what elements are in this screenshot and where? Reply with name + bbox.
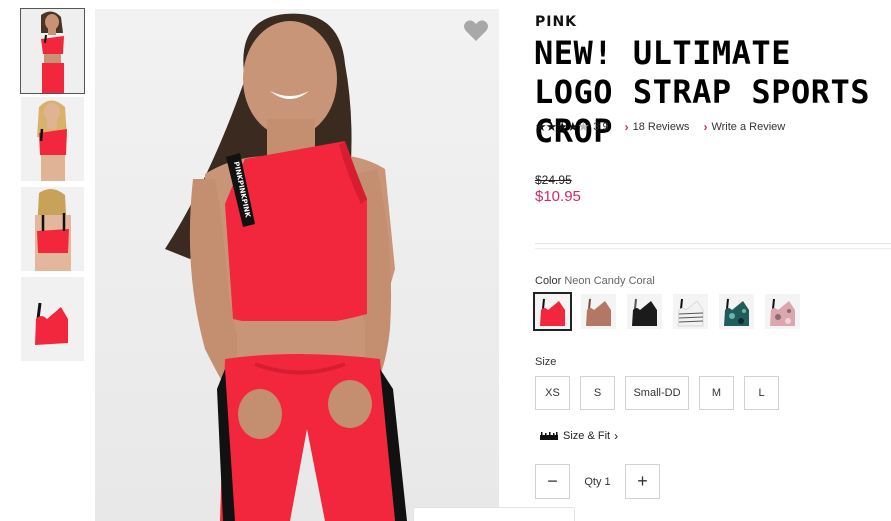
size-label: Size (535, 356, 557, 368)
model-photo: PINKPINKPINK (165, 13, 407, 521)
color-swatch-list (533, 292, 811, 331)
swatch-teal-camo[interactable] (719, 294, 754, 329)
thumbnail-front-model-alt-image (21, 97, 84, 181)
size-option-m[interactable]: M (699, 376, 734, 410)
swatch-black[interactable] (627, 294, 662, 329)
selected-color-name: Neon Candy Coral (564, 275, 655, 287)
quantity-increase-button[interactable]: + (625, 464, 660, 499)
swatch-black-image (632, 298, 657, 326)
size-option-l[interactable]: L (744, 376, 779, 410)
chevron-right-icon: › (614, 429, 619, 443)
chevron-right-icon: › (624, 120, 629, 134)
sale-price: $10.95 (535, 188, 581, 205)
swatch-neon-candy-coral-image (540, 298, 565, 326)
swatch-neon-candy-coral[interactable] (533, 292, 572, 331)
color-label-text: Color (535, 275, 562, 287)
color-label: Color Neon Candy Coral (535, 275, 655, 287)
swatch-stripe-image (677, 298, 704, 327)
swatch-teal-camo-image (724, 298, 749, 326)
reviews-link[interactable]: 18 Reviews (633, 121, 690, 133)
main-product-image[interactable]: PINKPINKPINK (95, 9, 499, 521)
rating-value: 3.9 (593, 121, 609, 133)
swatch-pink-camo-image (770, 298, 795, 326)
star-icon: ★ (545, 119, 558, 134)
thumbnail-front-model-alt[interactable] (21, 97, 84, 181)
size-option-xs[interactable]: XS (535, 376, 570, 410)
quantity-label: Qty (584, 475, 602, 488)
rating-row: ★★★★★ 3.9 › 18 Reviews › Write a Review (535, 119, 785, 135)
brand-name: PINK (535, 14, 578, 30)
swatch-pink-camo[interactable] (765, 294, 800, 329)
swatch-stripe[interactable] (673, 294, 708, 329)
star-rating: ★★★★★ (535, 119, 590, 135)
size-fit-link[interactable]: Size & Fit › (540, 429, 618, 443)
thumbnail-front-model-image (21, 9, 84, 93)
thumbnail-back-model[interactable] (21, 187, 84, 271)
minus-icon: − (547, 471, 558, 491)
ruler-icon (540, 432, 558, 440)
quantity-decrease-button[interactable]: − (535, 464, 570, 499)
thumbnail-product-flat[interactable] (21, 277, 84, 361)
section-divider (535, 243, 891, 249)
chevron-right-icon: › (703, 120, 708, 134)
original-price: $24.95 (535, 173, 572, 187)
star-icon: ★ (556, 119, 568, 134)
size-option-small-dd[interactable]: Small-DD (625, 376, 689, 410)
floating-panel-edge (413, 507, 575, 521)
size-fit-label: Size & Fit (563, 430, 611, 442)
thumbnail-front-model[interactable] (20, 8, 85, 94)
quantity-value: 1 (604, 475, 611, 488)
favorite-heart-icon[interactable] (463, 19, 489, 43)
star-empty-icon: ★ (577, 119, 590, 134)
quantity-stepper: − Qty 1 + (535, 464, 660, 499)
star-icon: ★ (535, 119, 547, 134)
heart-icon (464, 20, 488, 41)
quantity-display: Qty 1 (570, 476, 625, 488)
swatch-mocha[interactable] (581, 294, 616, 329)
star-icon: ★ (566, 119, 579, 134)
size-options: XS S Small-DD M L (535, 376, 789, 410)
thumbnail-back-model-image (21, 187, 84, 271)
plus-icon: + (637, 471, 648, 491)
size-option-s[interactable]: S (580, 376, 615, 410)
write-review-link[interactable]: Write a Review (711, 121, 785, 133)
swatch-mocha-image (586, 298, 611, 326)
thumbnail-product-flat-image (21, 277, 84, 361)
